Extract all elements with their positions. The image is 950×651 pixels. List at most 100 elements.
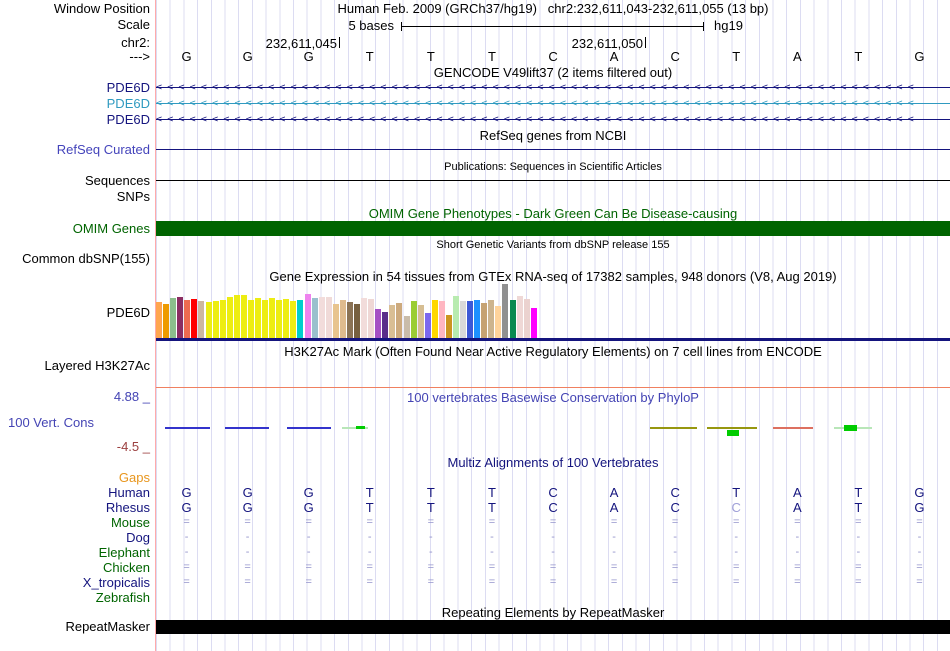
gtex-tissue-bar[interactable] [283,299,289,338]
phylop-score-mark[interactable] [773,427,813,429]
gtex-tissue-bar[interactable] [163,304,169,338]
gtex-tissue-bar[interactable] [446,315,452,338]
gtex-tissue-bar[interactable] [460,301,466,338]
gtex-tissue-bar[interactable] [269,298,275,338]
gene-transcript-row[interactable]: <<<<<<<<<<<<<<<<<<<<<<<<<<<<<<<<<<<<<<<<… [156,113,950,126]
gtex-tissue-bar[interactable] [524,299,530,338]
gene-label[interactable]: PDE6D [0,97,150,110]
species-label[interactable]: Rhesus [0,501,150,514]
multiz-cell: = [706,576,767,589]
refseq-curated-label[interactable]: RefSeq Curated [0,143,150,156]
gtex-tissue-bar[interactable] [347,302,353,338]
refseq-track-title: RefSeq genes from NCBI [156,129,950,142]
gene-label[interactable]: PDE6D [0,81,150,94]
gtex-tissue-bar[interactable] [531,308,537,338]
gtex-tissue-bar[interactable] [418,305,424,338]
gtex-tissue-bar[interactable] [354,304,360,338]
gtex-tissue-bar[interactable] [474,300,480,338]
species-label[interactable]: Mouse [0,516,150,529]
gtex-tissue-bar[interactable] [255,298,261,338]
common-dbsnp-label[interactable]: Common dbSNP(155) [0,252,150,265]
species-label[interactable]: X_tropicalis [0,576,150,589]
gtex-tissue-bar[interactable] [411,301,417,338]
vert-cons-label[interactable]: 100 Vert. Cons [8,415,94,430]
gtex-tissue-bar[interactable] [184,300,190,338]
repeatmasker-label[interactable]: RepeatMasker [0,620,150,633]
publications-track-title: Publications: Sequences in Scientific Ar… [156,161,950,174]
strand-arrow-label[interactable]: ---> [0,50,150,63]
phylop-score-mark[interactable] [165,427,210,429]
multiz-cell: = [706,516,767,529]
phylop-score-mark[interactable] [225,427,269,429]
repeatmasker-bar[interactable] [156,620,950,634]
species-label[interactable]: Human [0,486,150,499]
phylop-score-mark[interactable] [287,427,331,429]
gtex-tissue-bar[interactable] [297,300,303,338]
gtex-tissue-bar[interactable] [333,304,339,338]
gtex-tissue-bar[interactable] [481,303,487,338]
gtex-tissue-bar[interactable] [290,301,296,338]
species-label[interactable]: Zebrafish [0,591,150,604]
gtex-tissue-bar[interactable] [432,300,438,338]
phylop-score-block[interactable] [356,426,365,429]
refseq-gene-line[interactable] [156,149,950,150]
gene-label[interactable]: PDE6D [0,113,150,126]
omim-gene-bar[interactable] [156,221,950,236]
gtex-tissue-bar[interactable] [191,299,197,338]
gtex-tissue-bar[interactable] [389,305,395,338]
gtex-tissue-bar[interactable] [319,297,325,338]
gtex-tissue-bar[interactable] [495,306,501,338]
gtex-tissue-bar[interactable] [234,295,240,338]
gtex-tissue-bar[interactable] [198,301,204,338]
sequence-base: G [889,50,950,63]
gtex-tissue-bar[interactable] [382,312,388,338]
gaps-label[interactable]: Gaps [0,471,150,484]
gene-transcript-row[interactable]: <<<<<<<<<<<<<<<<<<<<<<<<<<<<<<<<<<<<<<<<… [156,97,950,110]
snps-label[interactable]: SNPs [0,190,150,203]
gtex-tissue-bar[interactable] [368,299,374,338]
species-label[interactable]: Dog [0,531,150,544]
gtex-tissue-bar[interactable] [453,296,459,338]
gtex-tissue-bar[interactable] [467,301,473,338]
phylop-score-mark[interactable] [650,427,697,429]
gtex-tissue-bar[interactable] [488,300,494,338]
gtex-tissue-bar[interactable] [262,300,268,338]
gtex-tissue-bar[interactable] [276,300,282,338]
phylop-score-block[interactable] [844,425,857,431]
publications-sequence-line[interactable] [156,180,950,181]
gtex-tissue-bar[interactable] [439,301,445,338]
gtex-tissue-bar[interactable] [517,296,523,338]
gtex-tissue-bar[interactable] [396,303,402,338]
gene-transcript-row[interactable]: <<<<<<<<<<<<<<<<<<<<<<<<<<<<<<<<<<<<<<<<… [156,81,950,94]
gtex-tissue-bar[interactable] [312,298,318,338]
phylop-score-block[interactable] [727,430,739,436]
gtex-gene-label[interactable]: PDE6D [0,306,150,319]
gtex-tissue-bar[interactable] [361,298,367,338]
omim-genes-label[interactable]: OMIM Genes [0,222,150,235]
gtex-tissue-bar[interactable] [326,297,332,338]
sequences-label[interactable]: Sequences [0,174,150,187]
multiz-cell: = [156,561,217,574]
gtex-tissue-bar[interactable] [220,300,226,338]
phylop-score-mark[interactable] [707,427,757,429]
species-label[interactable]: Elephant [0,546,150,559]
gtex-tissue-bar[interactable] [425,313,431,338]
gtex-tissue-bar[interactable] [305,294,311,338]
multiz-cell: = [461,561,522,574]
gtex-tissue-bar[interactable] [502,284,508,338]
coordinate-tickmark-1 [339,37,340,48]
gtex-tissue-bar[interactable] [213,301,219,338]
gtex-tissue-bar[interactable] [177,297,183,338]
gtex-tissue-bar[interactable] [340,300,346,338]
gtex-tissue-bar[interactable] [206,302,212,338]
gtex-tissue-bar[interactable] [227,297,233,338]
gtex-tissue-bar[interactable] [510,300,516,338]
species-label[interactable]: Chicken [0,561,150,574]
gtex-tissue-bar[interactable] [248,300,254,338]
gtex-tissue-bar[interactable] [241,295,247,338]
layered-h3k27ac-label[interactable]: Layered H3K27Ac [0,359,150,372]
gtex-tissue-bar[interactable] [404,316,410,338]
gtex-tissue-bar[interactable] [375,309,381,338]
gtex-tissue-bar[interactable] [156,302,162,338]
gtex-tissue-bar[interactable] [170,298,176,338]
